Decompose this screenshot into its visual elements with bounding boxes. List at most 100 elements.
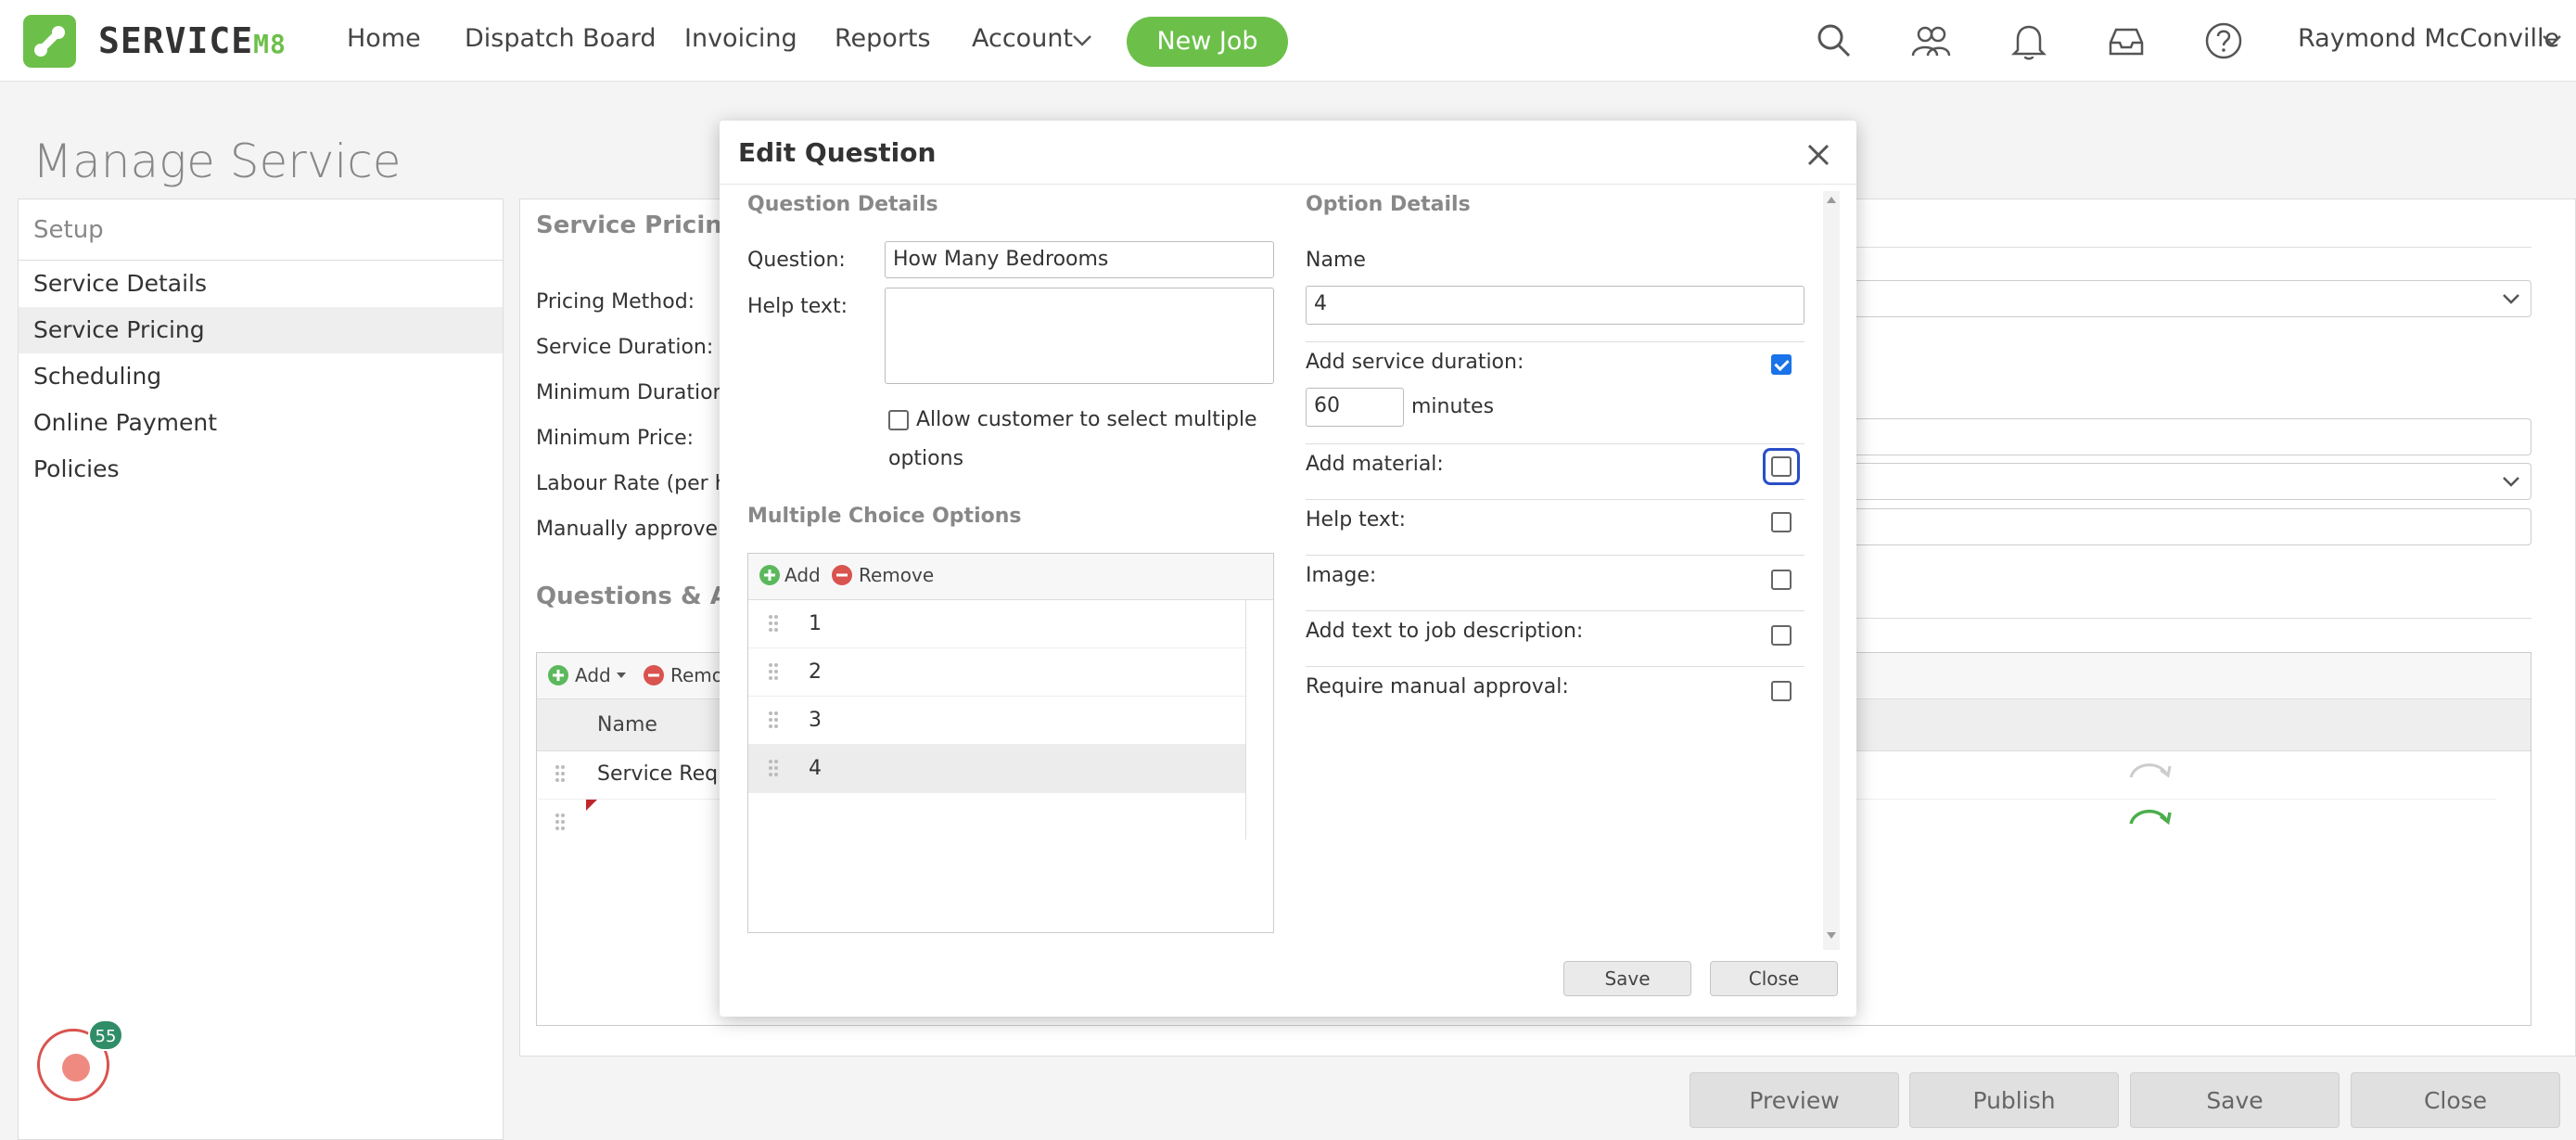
list-item[interactable]	[748, 648, 1245, 697]
service-duration-label: Service Duration:	[536, 336, 714, 359]
questions-remove-button[interactable]: Remo	[670, 664, 723, 686]
question-details-title: Question Details	[747, 193, 938, 216]
option-drag-handle-icon[interactable]	[768, 614, 779, 633]
user-chevron-down-icon[interactable]	[2541, 33, 2563, 48]
chevron-down-icon[interactable]	[1071, 33, 1093, 48]
require-approval-checkbox[interactable]	[1771, 681, 1792, 701]
row-divider	[1306, 341, 1804, 342]
row-divider	[1306, 555, 1804, 556]
mc-remove-button[interactable]: Remove	[859, 564, 934, 586]
option-name-input[interactable]: 4	[1306, 286, 1804, 325]
question-label: Question:	[747, 249, 846, 272]
add-text-to-job-checkbox[interactable]	[1771, 625, 1792, 646]
option-drag-handle-icon[interactable]	[768, 711, 779, 729]
add-service-duration-label: Add service duration:	[1306, 351, 1524, 374]
list-item[interactable]	[748, 697, 1245, 745]
edit-question-dialog: Edit Question Question Details Question:…	[720, 121, 1856, 1017]
question-input[interactable]: How Many Bedrooms	[885, 241, 1274, 278]
questions-add-button[interactable]: Add	[575, 664, 611, 686]
dialog-header-divider	[720, 184, 1856, 185]
sidebar-item-service-pricing[interactable]: Service Pricing	[19, 307, 503, 353]
scroll-up-arrow-icon[interactable]	[1826, 195, 1837, 204]
inbox-icon[interactable]	[2106, 20, 2147, 61]
dirty-flag-icon	[586, 800, 597, 811]
dialog-title: Edit Question	[738, 137, 937, 168]
mc-add-button[interactable]: Add	[784, 564, 821, 586]
nav-home[interactable]: Home	[347, 24, 421, 53]
sidebar-item-policies[interactable]: Policies	[19, 446, 503, 493]
footer-close-button[interactable]: Close	[2351, 1072, 2560, 1128]
minimum-price-field[interactable]	[1851, 418, 2531, 455]
option-name-label: Name	[1306, 249, 1366, 272]
allow-multiple-label-line2: options	[888, 447, 964, 470]
bell-icon[interactable]	[2009, 20, 2049, 61]
list-item-selected[interactable]	[748, 745, 1245, 793]
add-service-duration-checkbox[interactable]	[1771, 354, 1792, 375]
row-divider	[1306, 443, 1804, 444]
help-text-textarea[interactable]	[885, 288, 1274, 384]
option-label: 3	[809, 709, 822, 732]
sidebar-item-scheduling[interactable]: Scheduling	[19, 353, 503, 400]
notification-count-badge: 55	[88, 1019, 123, 1051]
add-material-label: Add material:	[1306, 453, 1444, 476]
dialog-save-button[interactable]: Save	[1563, 961, 1691, 996]
refresh-arrow-icon[interactable]	[2127, 757, 2172, 783]
search-icon[interactable]	[1814, 20, 1855, 61]
option-drag-handle-icon[interactable]	[768, 662, 779, 681]
nav-invoicing[interactable]: Invoicing	[684, 24, 797, 53]
users-icon[interactable]	[1910, 20, 1951, 61]
allow-multiple-checkbox[interactable]	[888, 410, 909, 430]
labour-rate-select[interactable]	[1851, 463, 2531, 500]
add-text-to-job-label: Add text to job description:	[1306, 620, 1584, 643]
remove-circle-icon[interactable]	[643, 664, 665, 686]
labour-select-chevron-icon[interactable]	[2502, 475, 2520, 488]
duration-input[interactable]: 60	[1306, 388, 1404, 427]
refresh-arrow-green-icon[interactable]	[2127, 803, 2172, 829]
preview-button[interactable]: Preview	[1690, 1072, 1899, 1128]
dialog-close-button[interactable]: Close	[1710, 961, 1838, 996]
publish-button[interactable]: Publish	[1909, 1072, 2119, 1128]
help-icon[interactable]	[2203, 20, 2244, 61]
footer-save-button[interactable]: Save	[2130, 1072, 2340, 1128]
add-dropdown-caret-icon[interactable]	[616, 672, 627, 679]
image-checkbox[interactable]	[1771, 570, 1792, 590]
option-drag-handle-icon[interactable]	[768, 759, 779, 777]
new-job-button[interactable]: New Job	[1127, 17, 1288, 67]
record-dot-icon	[62, 1054, 90, 1082]
help-text-checkbox[interactable]	[1771, 512, 1792, 532]
pricing-method-select[interactable]	[1851, 280, 2531, 317]
manual-approve-field[interactable]	[1851, 508, 2531, 545]
add-circle-icon[interactable]	[547, 664, 569, 686]
minutes-label: minutes	[1411, 395, 1495, 418]
pricing-method-label: Pricing Method:	[536, 290, 695, 314]
minimum-duration-label: Minimum Duration:	[536, 381, 733, 404]
user-menu[interactable]: Raymond McConville	[2298, 24, 2559, 53]
nav-dispatch-board[interactable]: Dispatch Board	[465, 24, 657, 53]
servicem8-logo-icon[interactable]	[23, 15, 76, 68]
sidebar-item-service-details[interactable]: Service Details	[19, 261, 503, 307]
manually-approve-label: Manually approve jo	[536, 518, 743, 541]
add-material-checkbox[interactable]	[1771, 456, 1792, 477]
require-approval-label: Require manual approval:	[1306, 675, 1569, 698]
top-navigation-bar: SERVICEM8 Home Dispatch Board Invoicing …	[0, 0, 2576, 82]
logo-wordmark: SERVICEM8	[98, 20, 287, 61]
column-header-name: Name	[597, 713, 657, 737]
help-text-label: Help text:	[747, 295, 848, 318]
pricing-select-chevron-icon[interactable]	[2502, 292, 2520, 305]
mc-toolbar	[748, 554, 1273, 600]
logo-suffix: M8	[253, 29, 287, 59]
allow-multiple-label-line1: Allow customer to select multiple	[916, 408, 1257, 431]
nav-reports[interactable]: Reports	[835, 24, 931, 53]
mc-remove-circle-icon[interactable]	[831, 564, 853, 586]
sidebar-heading: Setup	[19, 199, 503, 261]
drag-handle-icon-2[interactable]	[555, 813, 566, 831]
mc-add-circle-icon[interactable]	[759, 564, 781, 586]
dialog-scrollbar[interactable]	[1823, 191, 1840, 950]
scroll-down-arrow-icon[interactable]	[1826, 931, 1837, 941]
close-icon[interactable]	[1806, 143, 1830, 167]
drag-handle-icon[interactable]	[555, 764, 566, 783]
nav-account[interactable]: Account	[972, 24, 1073, 53]
list-item[interactable]	[748, 600, 1245, 648]
sidebar-item-online-payment[interactable]: Online Payment	[19, 400, 503, 446]
service-pricing-title: Service Pricing	[536, 211, 740, 239]
